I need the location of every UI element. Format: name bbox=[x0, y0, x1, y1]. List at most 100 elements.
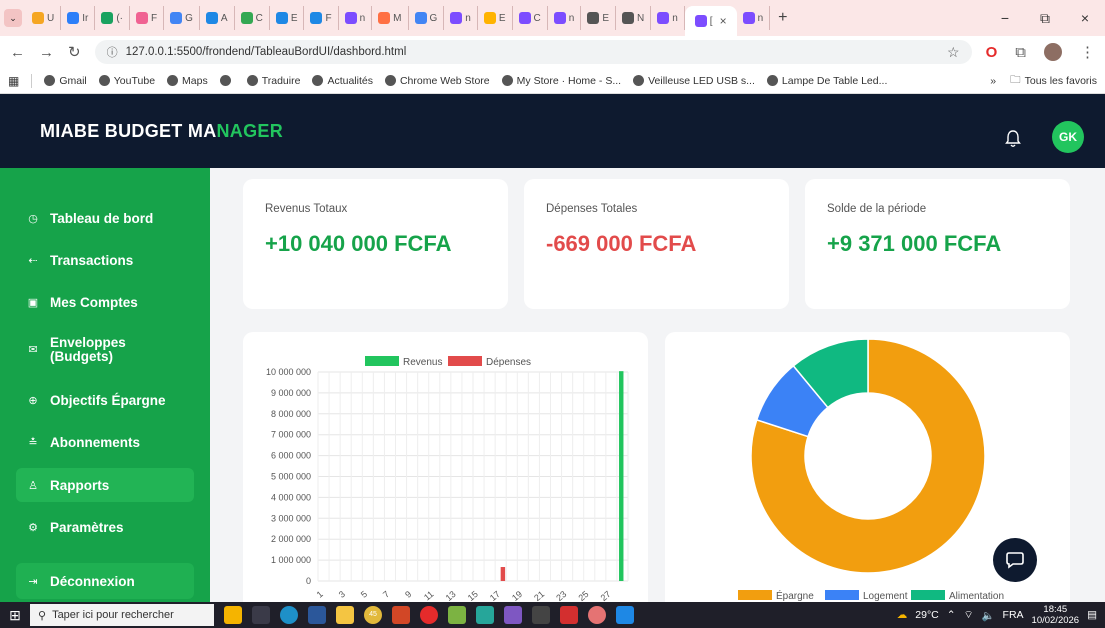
browser-tab[interactable]: n bbox=[548, 6, 582, 30]
bell-icon[interactable] bbox=[1005, 130, 1021, 148]
browser-tab[interactable]: n bbox=[339, 6, 373, 30]
bookmark-item[interactable]: Chrome Web Store bbox=[384, 75, 490, 87]
chrome-browser-icon[interactable] bbox=[588, 606, 606, 624]
sidebar-item-accounts[interactable]: ▣ Mes Comptes bbox=[16, 285, 194, 319]
tab-search-icon[interactable]: ⌄ bbox=[4, 9, 22, 27]
windows-start-icon[interactable]: ⊞ bbox=[0, 607, 30, 624]
user-avatar[interactable]: GK bbox=[1052, 121, 1084, 153]
volume-icon[interactable]: 🔈 bbox=[981, 609, 994, 622]
forward-icon[interactable]: → bbox=[39, 44, 54, 61]
all-bookmarks-button[interactable]: 🗀 Tous les favoris bbox=[1010, 72, 1097, 90]
browser-tab[interactable]: F bbox=[130, 6, 165, 30]
notifications-icon[interactable]: ▤ bbox=[1087, 609, 1097, 621]
bookmark-item[interactable]: Maps bbox=[167, 75, 208, 87]
tray-chevron-icon[interactable]: ⌃ bbox=[947, 609, 956, 621]
tab-favicon bbox=[694, 15, 707, 27]
active-tab[interactable]: [× bbox=[684, 6, 737, 36]
bookmark-item[interactable]: Veilleuse LED USB s... bbox=[633, 75, 755, 87]
network-icon[interactable]: ⌔ bbox=[964, 608, 974, 622]
bookmark-item[interactable]: Actualités bbox=[312, 75, 373, 87]
opera-icon[interactable]: O bbox=[986, 44, 998, 61]
bookmark-item[interactable]: Gmail bbox=[44, 75, 87, 87]
menu-icon[interactable]: ⋮ bbox=[1080, 43, 1095, 61]
terminal-icon[interactable] bbox=[532, 606, 550, 624]
browser-tab[interactable]: N bbox=[616, 6, 652, 30]
wps-icon[interactable] bbox=[560, 606, 578, 624]
kpi-card-balance: Solde de la période +9 371 000 FCFA bbox=[805, 179, 1070, 309]
maximize-button[interactable]: ⧉ bbox=[1025, 10, 1065, 27]
extensions-icon[interactable]: ⧉ bbox=[1015, 44, 1026, 61]
taskbar-search-placeholder: Taper ici pour rechercher bbox=[52, 609, 174, 621]
bookmark-item[interactable]: YouTube bbox=[98, 75, 155, 87]
browser-tab[interactable]: n bbox=[651, 6, 685, 30]
browser-tab[interactable]: E bbox=[270, 6, 305, 30]
browser-tab[interactable]: E bbox=[478, 6, 513, 30]
bookmark-label: Maps bbox=[182, 74, 208, 87]
new-tab-button[interactable]: + bbox=[770, 9, 795, 27]
browser-tab[interactable]: G bbox=[409, 6, 445, 30]
sidebar-item-dashboard[interactable]: ◷ Tableau de bord bbox=[16, 201, 194, 235]
browser-tab[interactable]: (· bbox=[95, 6, 131, 30]
reload-icon[interactable]: ↻ bbox=[68, 43, 81, 61]
browser-tab[interactable]: Ir bbox=[61, 6, 96, 30]
bookmark-item[interactable] bbox=[219, 75, 235, 87]
browser-tab[interactable]: C bbox=[235, 6, 270, 30]
sidebar-item-label: Transactions bbox=[50, 252, 134, 268]
sidebar-item-subscriptions[interactable]: ≛ Abonnements bbox=[16, 425, 194, 459]
sidebar-item-savings-goals[interactable]: ⊕ Objectifs Épargne bbox=[16, 383, 194, 417]
chat-button[interactable] bbox=[993, 538, 1037, 582]
taskbar-search[interactable]: ⚲ Taper ici pour rechercher bbox=[30, 604, 214, 626]
file-explorer-icon[interactable] bbox=[336, 606, 354, 624]
bookmark-star-icon[interactable]: ☆ bbox=[947, 44, 960, 61]
language-indicator[interactable]: FRA bbox=[1003, 609, 1024, 621]
back-icon[interactable]: ← bbox=[10, 44, 25, 61]
chrome-icon[interactable]: 45 bbox=[364, 606, 382, 624]
url-field[interactable]: ⓘ 127.0.0.1:5500/frondend/TableauBordUI/… bbox=[94, 40, 972, 64]
browser-tab[interactable]: F bbox=[304, 6, 339, 30]
word-icon[interactable] bbox=[308, 606, 326, 624]
tab-close-icon[interactable]: × bbox=[720, 14, 727, 28]
sidebar-item-settings[interactable]: ⚙ Paramètres bbox=[16, 510, 194, 544]
widget-icon[interactable] bbox=[224, 606, 242, 624]
bookmark-item[interactable]: Lampe De Table Led... bbox=[766, 75, 887, 87]
y-tick-label: 7 000 000 bbox=[271, 430, 311, 440]
tab-label: E bbox=[498, 12, 506, 24]
browser-tab[interactable]: C bbox=[513, 6, 548, 30]
task-view-icon[interactable] bbox=[252, 606, 270, 624]
sidebar-item-envelopes[interactable]: ✉ Enveloppes (Budgets) bbox=[16, 328, 194, 372]
browser-tab[interactable]: n bbox=[444, 6, 478, 30]
app-icon[interactable] bbox=[476, 606, 494, 624]
y-tick-label: 1 000 000 bbox=[271, 555, 311, 565]
app-icon[interactable] bbox=[504, 606, 522, 624]
browser-tab[interactable]: M bbox=[372, 6, 409, 30]
browser-tab[interactable]: n bbox=[737, 6, 771, 30]
x-tick-label: 15 bbox=[466, 589, 480, 602]
sidebar-item-reports[interactable]: ♙ Rapports bbox=[16, 468, 194, 502]
bookmark-item[interactable]: Traduire bbox=[246, 75, 300, 87]
bookmarks-more-button[interactable]: » bbox=[990, 75, 996, 87]
vscode-icon[interactable] bbox=[616, 606, 634, 624]
browser-tab[interactable]: G bbox=[164, 6, 200, 30]
browser-tab[interactable]: E bbox=[581, 6, 616, 30]
time: 18:45 bbox=[1043, 604, 1068, 615]
clock[interactable]: 18:45 10/02/2026 bbox=[1032, 604, 1080, 626]
browser-tab[interactable]: U bbox=[26, 6, 62, 30]
minimize-button[interactable]: − bbox=[985, 10, 1025, 26]
tab-favicon bbox=[378, 12, 391, 24]
logout-button[interactable]: ⇥ Déconnexion bbox=[16, 563, 194, 599]
envelope-icon: ✉ bbox=[28, 344, 38, 356]
powerpoint-icon[interactable] bbox=[392, 606, 410, 624]
opera-taskbar-icon[interactable] bbox=[420, 606, 438, 624]
edge-icon[interactable] bbox=[280, 606, 298, 624]
x-tick-label: 1 bbox=[315, 589, 325, 600]
browser-tab[interactable]: A bbox=[200, 6, 235, 30]
close-window-button[interactable]: × bbox=[1065, 10, 1105, 26]
site-info-icon[interactable]: ⓘ bbox=[107, 44, 118, 60]
sidebar-item-transactions[interactable]: ⇠ Transactions bbox=[16, 243, 194, 277]
app-icon[interactable] bbox=[448, 606, 466, 624]
weather-icon[interactable]: ☁ bbox=[897, 609, 908, 621]
apps-icon[interactable]: ▦ bbox=[8, 74, 19, 88]
profile-icon[interactable] bbox=[1044, 43, 1062, 61]
bookmark-item[interactable]: My Store · Home - S... bbox=[501, 75, 621, 87]
sidebar: ◷ Tableau de bord ⇠ Transactions ▣ Mes Comp… bbox=[0, 168, 210, 602]
